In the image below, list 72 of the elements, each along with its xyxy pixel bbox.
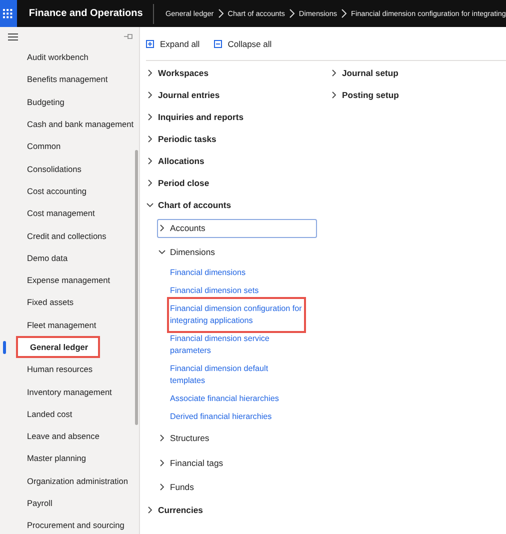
scrollbar-thumb[interactable]: [135, 150, 138, 425]
tree-item[interactable]: Funds: [158, 474, 194, 499]
module-item[interactable]: Consolidations: [0, 157, 133, 180]
chevron-down-icon[interactable]: [158, 248, 166, 256]
nav-link[interactable]: Financial dimension service parameters: [170, 330, 303, 360]
module-item[interactable]: Inventory management: [0, 380, 133, 403]
chevron-right-icon[interactable]: [158, 434, 166, 442]
chevron-right-icon[interactable]: [158, 482, 166, 491]
chevron-right-icon[interactable]: [146, 91, 154, 99]
collapse-icon: [214, 40, 222, 48]
chevron-right-icon[interactable]: [146, 113, 154, 121]
chevron-right-icon[interactable]: [158, 224, 166, 232]
tree-item[interactable]: Financial tags: [158, 450, 224, 475]
module-item[interactable]: Master planning: [0, 447, 133, 470]
tree-item[interactable]: Currencies: [146, 498, 203, 521]
chevron-right-icon[interactable]: [158, 458, 166, 467]
app-title: Finance and Operations: [28, 8, 143, 19]
nav-link[interactable]: Financial dimensions: [170, 264, 303, 282]
module-item[interactable]: General ledger: [16, 336, 100, 358]
module-item[interactable]: Benefits management: [0, 68, 133, 91]
chevron-right-icon: [341, 9, 348, 18]
module-item[interactable]: Expense management: [0, 268, 133, 292]
tree-item[interactable]: Inquiries and reports: [146, 106, 244, 128]
module-item[interactable]: Procurement and sourcing: [0, 514, 133, 534]
module-item[interactable]: Leave and absence: [0, 425, 133, 448]
waffle-icon: [3, 8, 14, 18]
nav-link[interactable]: Associate financial hierarchies: [170, 390, 303, 408]
tree-item[interactable]: Journal entries: [146, 84, 220, 106]
tree-item[interactable]: Period close: [146, 172, 210, 194]
module-item[interactable]: Audit workbench: [0, 46, 133, 68]
chevron-right-icon[interactable]: [146, 157, 154, 165]
nav-link[interactable]: Financial dimension sets: [170, 282, 303, 300]
chevron-right-icon[interactable]: [330, 69, 338, 77]
nav-link[interactable]: Financial dimension configuration for integrating applications: [170, 300, 303, 330]
menu-icon[interactable]: [8, 32, 18, 40]
toolbar-button[interactable]: Expand all: [146, 38, 200, 48]
nav-link[interactable]: Financial dimension default templates: [170, 360, 303, 390]
chevron-right-icon: [218, 9, 224, 18]
tree-item[interactable]: Allocations: [146, 150, 204, 172]
chevron-right-icon[interactable]: [146, 506, 154, 514]
chevron-right-icon: [288, 9, 295, 18]
module-item[interactable]: Fixed assets: [0, 291, 133, 314]
module-item[interactable]: Payroll: [0, 492, 133, 514]
tree-item[interactable]: Structures: [158, 426, 210, 451]
chevron-right-icon[interactable]: [146, 135, 154, 143]
tree-item[interactable]: Workspaces: [146, 62, 208, 84]
module-item[interactable]: Cash and bank management: [0, 112, 134, 136]
module-item[interactable]: Budgeting: [0, 90, 133, 113]
module-item[interactable]: Cost accounting: [0, 180, 133, 202]
module-item[interactable]: Organization administration: [0, 470, 133, 492]
module-item[interactable]: Landed cost: [0, 402, 133, 426]
module-item[interactable]: Human resources: [0, 358, 133, 380]
chevron-right-icon[interactable]: [146, 69, 154, 77]
tree-item[interactable]: Periodic tasks: [146, 128, 216, 150]
tree-item[interactable]: Accounts: [157, 218, 317, 238]
app-launcher-button[interactable]: [0, 0, 17, 27]
tree-item[interactable]: Chart of accounts: [146, 194, 232, 216]
chevron-down-icon[interactable]: [146, 201, 154, 209]
module-item[interactable]: Common: [0, 135, 133, 158]
toolbar-button[interactable]: Collapse all: [214, 38, 272, 48]
module-item[interactable]: Fleet management: [0, 314, 133, 336]
nav-link[interactable]: Derived financial hierarchies: [170, 408, 303, 426]
chevron-right-icon[interactable]: [146, 179, 154, 187]
module-item[interactable]: Demo data: [0, 246, 133, 269]
expand-icon: [146, 40, 154, 48]
pin-icon[interactable]: [124, 33, 133, 40]
tree-item[interactable]: Posting setup: [330, 84, 399, 106]
chevron-right-icon[interactable]: [330, 91, 338, 99]
tree-item[interactable]: Dimensions: [158, 240, 215, 264]
module-item[interactable]: Credit and collections: [0, 224, 133, 247]
tree-item[interactable]: Journal setup: [330, 62, 398, 84]
module-item[interactable]: Cost management: [0, 202, 133, 224]
